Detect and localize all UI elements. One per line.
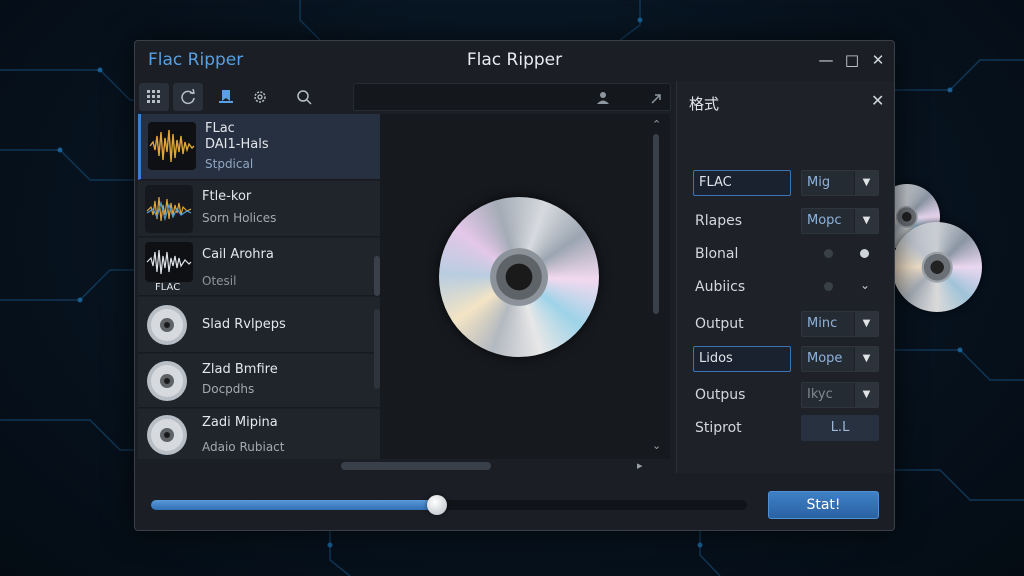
track-list: FLac DAI1-Hals Stpdical Ftle-kor Sorn Ho… [138,114,380,459]
app-window: Flac Ripper Flac Ripper — □ ✕ FLac DAI1-… [134,40,895,531]
cd-icon [145,303,193,351]
list-item[interactable]: Ftle-kor Sorn Holices [138,181,380,237]
list-item[interactable]: FLAC Cail Arohra Otesil [138,238,380,296]
chevron-down-icon: ▼ [854,347,878,371]
track-subtitle: Sorn Holices [202,211,277,225]
chevron-down-icon: ▼ [854,171,878,195]
cd-icon [439,197,599,357]
outpus-select[interactable]: Ikyc ▼ [801,382,879,408]
select-value: Mig [807,175,831,190]
search-icon[interactable] [289,83,319,111]
track-subtitle: Otesil [202,274,237,288]
window-title: Flac Ripper [466,50,563,70]
background-cd-icon [892,222,982,312]
select-value: Mope [807,351,843,366]
cd-icon [145,413,193,459]
chevron-down-icon: ▼ [854,312,878,336]
panel-title: 格式 [689,95,720,113]
panel-close-icon[interactable]: ✕ [871,91,884,110]
arrow-icon[interactable] [650,90,662,109]
format-select[interactable]: Mig ▼ [801,170,879,196]
waveform-icon [145,242,193,282]
format-badge: FLAC [155,282,181,293]
track-subtitle: Docpdhs [202,382,255,396]
track-title: Cail Arohra [202,247,274,262]
select-value: Ikyc [807,387,833,402]
outpus-label: Outpus [695,387,746,403]
blonal-label: Blonal [695,246,739,262]
chevron-down-icon: ▼ [854,209,878,233]
horizontal-scrollbar[interactable] [341,462,491,470]
scroll-down-icon[interactable]: ⌄ [652,439,661,452]
track-title: Zlad Bmfire [202,362,278,377]
output-select[interactable]: Minc ▼ [801,311,879,337]
minimize-button[interactable]: — [816,50,836,70]
list-item[interactable]: Slad Rvlpeps [138,297,380,353]
chevron-down-icon[interactable]: ⌄ [860,278,870,292]
preview-scrollbar[interactable] [653,134,659,314]
stiprot-field[interactable]: L.L [801,415,879,441]
user-icon[interactable] [596,90,610,109]
track-title: FLac [205,121,235,136]
radio-dot[interactable] [824,249,833,258]
track-detail: Stpdical [205,157,254,171]
lidos-input[interactable]: Lidos [693,346,791,372]
track-title: Slad Rvlpeps [202,317,286,332]
bookmark-icon[interactable] [211,83,241,111]
select-value: Minc [807,316,838,331]
cd-preview: ⌃ ⌄ [380,114,670,459]
track-title: Zadi Mipina [202,415,278,430]
title-bar: Flac Ripper Flac Ripper — □ ✕ [135,41,894,81]
close-button[interactable]: ✕ [868,50,888,70]
chevron-down-icon: ▼ [854,383,878,407]
search-input[interactable] [353,83,671,111]
start-button[interactable]: Stat! [768,491,879,519]
rlapes-label: Rlapes [695,213,742,229]
cd-icon [145,359,193,407]
format-panel: 格式 ✕ FLAC Mig ▼ Rlapes Mopc ▼ Blonal Aubii… [676,81,894,473]
waveform-icon [148,122,196,170]
radio-dot[interactable] [824,282,833,291]
scroll-right-icon[interactable]: ▸ [637,459,643,472]
track-subtitle: Adaio Rubiact [202,440,285,454]
toolbar [139,83,673,111]
radio-dot[interactable] [860,249,869,258]
list-item[interactable]: FLac DAI1-Hals Stpdical [138,114,380,180]
scroll-up-icon[interactable]: ⌃ [652,118,661,131]
settings-icon[interactable] [245,83,275,111]
stiprot-label: Stiprot [695,420,742,436]
progress-knob[interactable] [427,495,448,515]
output-label: Output [695,316,744,332]
track-title: Ftle-kor [202,189,252,204]
rlapes-select[interactable]: Mopc ▼ [801,208,879,234]
format-input[interactable]: FLAC [693,170,791,196]
progress-fill [151,500,438,510]
progress-slider[interactable] [151,495,747,515]
lidos-select[interactable]: Mope ▼ [801,346,879,372]
refresh-icon[interactable] [173,83,203,111]
track-subtitle: DAI1-Hals [205,137,269,152]
waveform-icon [145,185,193,233]
maximize-button[interactable]: □ [842,50,862,70]
list-item[interactable]: Zadi Mipina Adaio Rubiact [138,409,380,459]
aubiics-label: Aubiics [695,279,746,295]
list-item[interactable]: Zlad Bmfire Docpdhs [138,354,380,408]
select-value: Mopc [807,213,842,228]
grid-icon[interactable] [139,83,169,111]
